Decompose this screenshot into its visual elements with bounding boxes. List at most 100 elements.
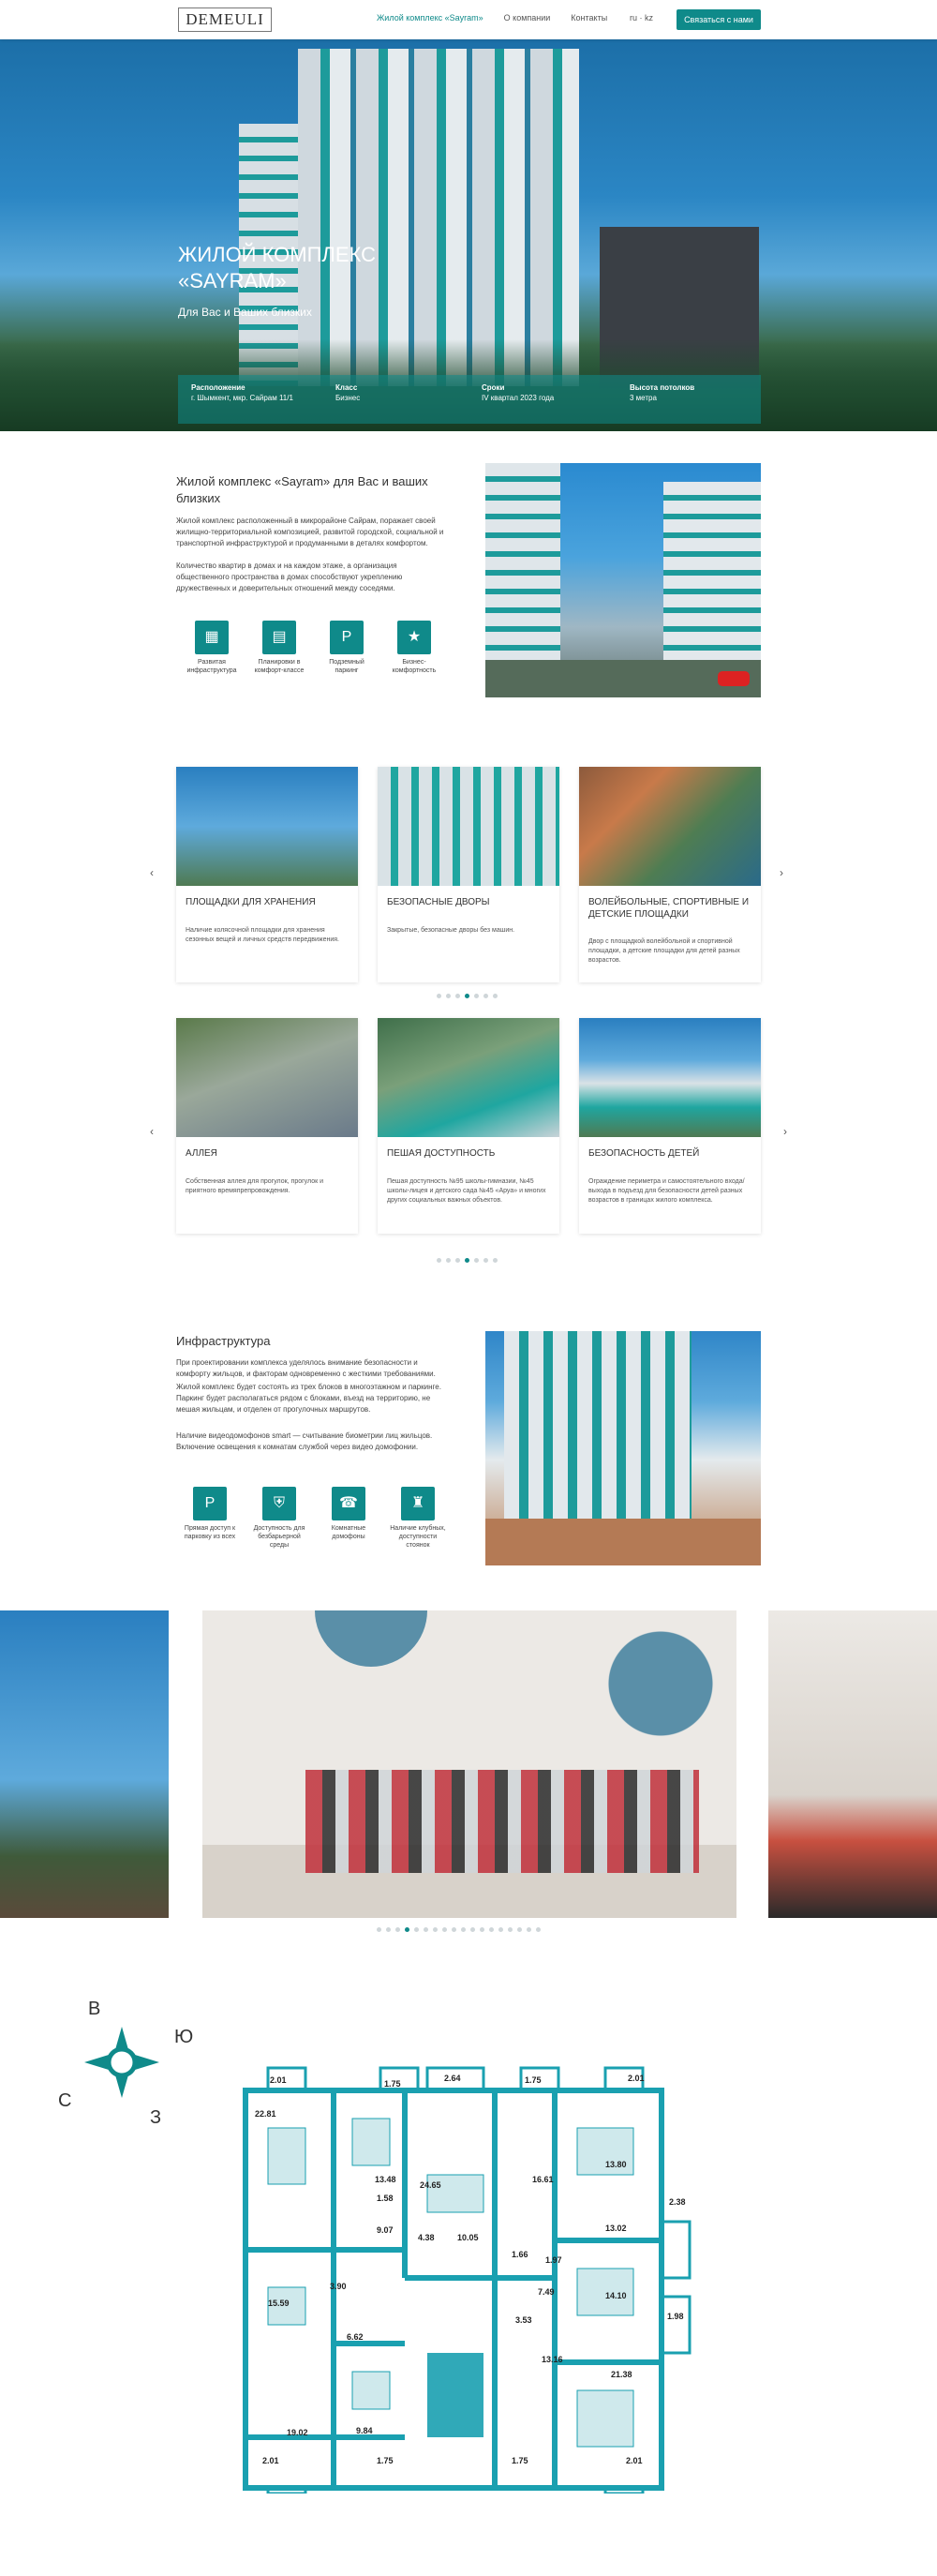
nav-item-about[interactable]: О компании: [504, 13, 551, 22]
card-text: Ограждение периметра и самостоятельного …: [588, 1178, 745, 1204]
stat-label: Расположение: [191, 383, 245, 392]
carousel-dot[interactable]: [527, 1927, 531, 1932]
carousel-dot[interactable]: [446, 1258, 451, 1263]
area-label: 4.38: [418, 2233, 435, 2242]
carousel-dot[interactable]: [493, 994, 498, 998]
feature-card[interactable]: АЛЛЕЯ Собственная аллея для прогулок, пр…: [176, 1018, 358, 1234]
carousel-dot[interactable]: [395, 1927, 400, 1932]
carousel-dot-active[interactable]: [465, 1258, 469, 1263]
carousel-dot[interactable]: [461, 1927, 466, 1932]
area-label: 2.01: [626, 2456, 643, 2465]
carousel-dot-active[interactable]: [405, 1927, 409, 1932]
feature-parking: P Подземный паркинг: [319, 621, 375, 675]
stat-value: IV квартал 2023 года: [482, 394, 555, 402]
hero-title-line1: ЖИЛОЙ КОМПЛЕКС: [178, 243, 376, 266]
floorplan-icon: ▤: [262, 621, 296, 654]
feature-label: Наличие клубных, доступности стоянок: [390, 1525, 446, 1549]
carousel-dot[interactable]: [424, 1927, 428, 1932]
contact-us-button[interactable]: Связаться с нами: [677, 9, 761, 30]
area-label: 2.01: [262, 2456, 279, 2465]
carousel-dot[interactable]: [433, 1927, 438, 1932]
feature-card[interactable]: ПЛОЩАДКИ ДЛЯ ХРАНЕНИЯ Наличие колясочной…: [176, 767, 358, 982]
carousel-dot[interactable]: [474, 994, 479, 998]
area-label: 1.98: [667, 2312, 684, 2321]
carousel-dot-active[interactable]: [465, 994, 469, 998]
logo[interactable]: DEMEULI: [178, 7, 272, 32]
compass-label-n: В: [88, 1999, 101, 2019]
about-paragraph-1: Жилой комплекс расположенный в микрорайо…: [176, 517, 444, 547]
stat-label: Класс: [335, 383, 358, 392]
carousel-dot[interactable]: [437, 1258, 441, 1263]
walkability-image: [378, 1018, 559, 1137]
area-label: 3.90: [330, 2282, 347, 2291]
carousel-dot[interactable]: [446, 994, 451, 998]
intercom-icon: ☎: [332, 1487, 365, 1520]
carousel-dot[interactable]: [493, 1258, 498, 1263]
carousel-dot[interactable]: [508, 1927, 513, 1932]
hero-stats-bar: Расположение г. Шымкент, мкр. Сайрам 11/1…: [178, 375, 761, 424]
carousel-dot[interactable]: [536, 1927, 541, 1932]
area-label: 6.62: [347, 2332, 364, 2342]
feature-label: Комнатные домофоны: [331, 1525, 366, 1540]
compass: В Ю З С: [56, 1997, 206, 2128]
feature-card[interactable]: ВОЛЕЙБОЛЬНЫЕ, СПОРТИВНЫЕ И ДЕТСКИЕ ПЛОЩА…: [579, 767, 761, 982]
card-text: Наличие колясочной площадки для хранения…: [186, 927, 339, 943]
carousel-dot[interactable]: [470, 1927, 475, 1932]
infra-building-image: [485, 1331, 761, 1565]
carousel-dot[interactable]: [437, 994, 441, 998]
carousel2-next-arrow[interactable]: ›: [783, 1125, 787, 1138]
alley-image: [176, 1018, 358, 1137]
carousel-dot[interactable]: [498, 1927, 503, 1932]
gallery-slide-prev[interactable]: [0, 1610, 169, 1918]
carousel-dot[interactable]: [452, 1927, 456, 1932]
gallery-slide-active[interactable]: [202, 1610, 736, 1918]
language-switch[interactable]: ru · kz: [630, 13, 653, 22]
parking-icon: P: [193, 1487, 227, 1520]
carousel2-prev-arrow[interactable]: ‹: [150, 1125, 154, 1138]
gallery-slide-next[interactable]: [768, 1610, 937, 1918]
main-nav: Жилой комплекс «Sayram» О компании Конта…: [377, 13, 607, 22]
area-label: 1.66: [512, 2250, 528, 2259]
area-label: 13.48: [375, 2175, 396, 2184]
shield-icon: ⛨: [262, 1487, 296, 1520]
carousel2-dots: [437, 1258, 498, 1263]
carousel-dot[interactable]: [414, 1927, 419, 1932]
carousel-dot[interactable]: [489, 1927, 494, 1932]
carousel-dot[interactable]: [480, 1927, 484, 1932]
carousel-dot[interactable]: [483, 1258, 488, 1263]
feature-label: Прямая доступ к парковку из всех: [184, 1525, 236, 1540]
infra-paragraph-1: При проектировании комплекса уделялось в…: [176, 1358, 436, 1378]
card-text: Двор с площадкой волейбольной и спортивн…: [588, 938, 740, 964]
feature-label: Доступность для безбарьерной среды: [253, 1525, 305, 1549]
area-label: 2.01: [628, 2074, 645, 2083]
parking-icon: P: [330, 621, 364, 654]
area-label: 22.81: [255, 2109, 276, 2119]
carousel-dot[interactable]: [474, 1258, 479, 1263]
feature-card[interactable]: БЕЗОПАСНЫЕ ДВОРЫ Закрытые, безопасные дв…: [378, 767, 559, 982]
carousel1-next-arrow[interactable]: ›: [780, 866, 783, 879]
carousel-dot[interactable]: [377, 1927, 381, 1932]
carousel-dot[interactable]: [483, 994, 488, 998]
nav-item-sayram[interactable]: Жилой комплекс «Sayram»: [377, 13, 483, 22]
area-label: 1.75: [512, 2456, 528, 2465]
compass-label-e: Ю: [174, 2027, 194, 2047]
card-text: Собственная аллея для прогулок, прогулок…: [186, 1178, 324, 1194]
carousel1-prev-arrow[interactable]: ‹: [150, 866, 154, 879]
infra-feature-accessibility: ⛨ Доступность для безбарьерной среды: [251, 1487, 307, 1550]
carousel-dot[interactable]: [455, 994, 460, 998]
hero-building-image: [298, 49, 579, 386]
area-label: 2.38: [669, 2197, 686, 2207]
feature-card[interactable]: БЕЗОПАСНОСТЬ ДЕТЕЙ Ограждение периметра …: [579, 1018, 761, 1234]
infra-paragraph-2: Жилой комплекс будет состоять из трех бл…: [176, 1383, 441, 1414]
carousel-dot[interactable]: [455, 1258, 460, 1263]
feature-card[interactable]: ПЕШАЯ ДОСТУПНОСТЬ Пешая доступность №95 …: [378, 1018, 559, 1234]
carousel-dot[interactable]: [442, 1927, 447, 1932]
carousel-dot[interactable]: [386, 1927, 391, 1932]
area-label: 10.05: [457, 2233, 479, 2242]
hero-title-line2: «SAYRAM»: [178, 269, 287, 292]
area-label: 1.58: [377, 2194, 394, 2203]
nav-item-contacts[interactable]: Контакты: [571, 13, 607, 22]
feature-infrastructure: ▦ Развитая инфраструктура: [184, 621, 240, 675]
carousel-dot[interactable]: [517, 1927, 522, 1932]
about-title: Жилой комплекс «Sayram» для Вас и ваших …: [176, 474, 428, 505]
